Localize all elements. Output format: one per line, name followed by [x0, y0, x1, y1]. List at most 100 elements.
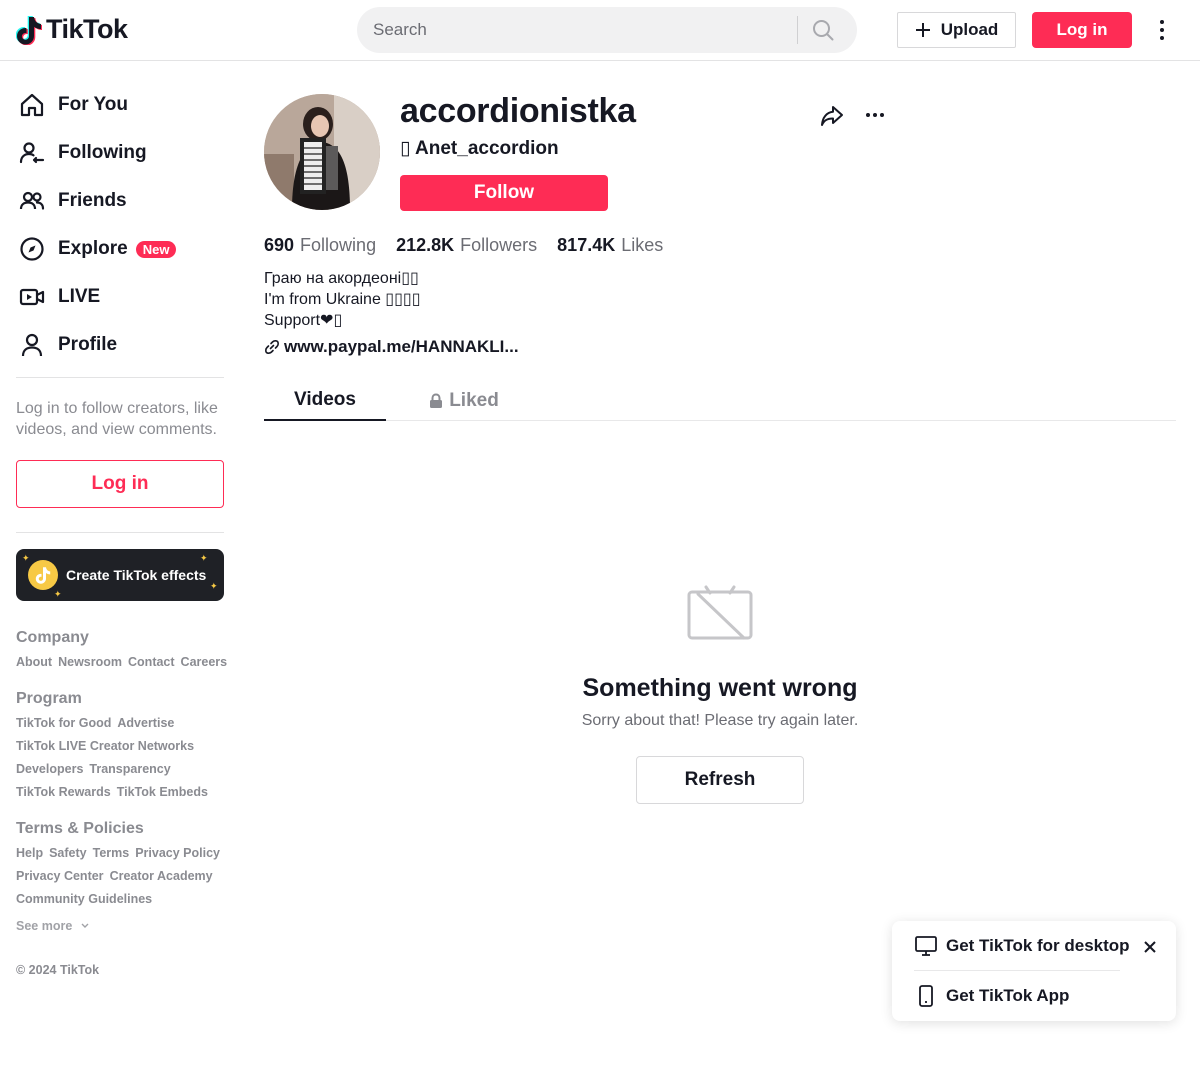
- footer-program-title: Program: [16, 690, 82, 707]
- logo-wordmark: TikTok: [46, 14, 128, 44]
- footer-link[interactable]: TikTok Rewards: [16, 783, 111, 802]
- get-app-card: Get TikTok for desktop Get TikTok App: [892, 921, 1176, 1021]
- avatar-photo: [264, 94, 380, 210]
- footer-terms-links: Help Safety Terms Privacy Policy Privacy…: [16, 844, 228, 909]
- footer-link[interactable]: Transparency: [89, 760, 170, 779]
- search-icon: [813, 20, 834, 41]
- bio-line: I'm from Ukraine ▯▯▯▯: [264, 291, 421, 308]
- sidebar-item-live[interactable]: LIVE: [16, 273, 224, 321]
- live-icon: [19, 288, 45, 306]
- more-options-icon[interactable]: [1150, 16, 1174, 44]
- get-desktop-label: Get TikTok for desktop: [946, 936, 1130, 955]
- footer-link[interactable]: Developers: [16, 760, 83, 779]
- sidebar-login-button[interactable]: Log in: [16, 460, 224, 508]
- following-stat[interactable]: 690 Following: [264, 235, 376, 256]
- app-card-divider: [914, 970, 1120, 971]
- sidebar-item-profile[interactable]: Profile: [16, 321, 224, 369]
- footer-program-links: TikTok for Good Advertise TikTok LIVE Cr…: [16, 714, 228, 802]
- footer-link[interactable]: TikTok for Good: [16, 714, 111, 733]
- sidebar-item-label: Profile: [58, 334, 118, 355]
- footer-link[interactable]: Contact: [128, 653, 175, 672]
- footer-company-title: Company: [16, 629, 89, 646]
- footer-link[interactable]: Privacy Policy: [135, 844, 220, 863]
- get-app-label: Get TikTok App: [946, 986, 1070, 1005]
- effects-logo-icon: [28, 560, 58, 590]
- footer-link[interactable]: Safety: [49, 844, 87, 863]
- see-more-button[interactable]: See more: [16, 919, 224, 933]
- footer-link[interactable]: TikTok LIVE Creator Networks: [16, 737, 194, 756]
- tiktok-logo[interactable]: TikTok: [16, 14, 128, 45]
- footer-link[interactable]: Advertise: [117, 714, 174, 733]
- share-icon[interactable]: [818, 102, 846, 135]
- sparkle-icon: ✦: [200, 553, 208, 563]
- new-badge: New: [135, 240, 177, 258]
- lock-icon: [430, 392, 443, 408]
- bio-link[interactable]: www.paypal.me/HANNAKLI...: [264, 337, 519, 357]
- close-icon[interactable]: [1142, 939, 1158, 960]
- profile-tabs: Videos Liked: [264, 380, 1176, 421]
- sidebar: For You Following Friends Explore New LI…: [16, 61, 227, 977]
- search-button[interactable]: [798, 7, 848, 53]
- followers-count: 212.8K: [396, 235, 455, 255]
- upload-label: Upload: [940, 20, 999, 39]
- footer-link[interactable]: Newsroom: [58, 653, 122, 672]
- following-label: Following: [300, 235, 377, 255]
- mobile-icon: [919, 985, 933, 1007]
- sidebar-divider: [16, 377, 224, 378]
- sparkle-icon: ✦: [22, 553, 30, 563]
- footer-link[interactable]: About: [16, 653, 52, 672]
- sidebar-item-following[interactable]: Following: [16, 129, 224, 177]
- footer-link[interactable]: Help: [16, 844, 43, 863]
- bio-link-text: www.paypal.me/HANNAKLI...: [284, 337, 519, 356]
- profile-stats: 690 Following 212.8K Followers 817.4K Likes: [264, 235, 663, 256]
- footer-link[interactable]: TikTok Embeds: [117, 783, 208, 802]
- refresh-button[interactable]: Refresh: [636, 756, 804, 804]
- sidebar-item-friends[interactable]: Friends: [16, 177, 224, 225]
- plus-icon: [915, 23, 930, 37]
- sparkle-icon: ✦: [54, 589, 62, 599]
- tab-videos[interactable]: Videos: [264, 380, 386, 421]
- profile-more-icon[interactable]: [862, 102, 888, 128]
- friends-icon: [19, 191, 45, 210]
- footer-link[interactable]: Careers: [181, 653, 228, 672]
- profile-bio: Граю на акордеоні▯▯ I'm from Ukraine ▯▯▯…: [264, 268, 421, 331]
- search-input[interactable]: [357, 7, 797, 53]
- get-app-link[interactable]: Get TikTok App: [914, 985, 1069, 1007]
- sidebar-item-label: Explore: [58, 238, 128, 259]
- followers-stat[interactable]: 212.8K Followers: [396, 235, 537, 256]
- sidebar-item-label: LIVE: [58, 286, 101, 307]
- footer-link[interactable]: Community Guidelines: [16, 890, 152, 909]
- likes-stat: 817.4K Likes: [557, 235, 663, 256]
- sidebar-item-explore[interactable]: Explore New: [16, 225, 224, 273]
- tiktok-note-icon: [16, 15, 42, 45]
- compass-icon: [20, 237, 44, 261]
- sidebar-item-label: Following: [58, 142, 147, 163]
- effects-label: Create TikTok effects: [66, 567, 207, 583]
- top-header: TikTok Upload Log in: [0, 0, 1200, 61]
- see-more-label: See more: [16, 919, 73, 933]
- follow-button[interactable]: Follow: [400, 175, 608, 211]
- profile-username: accordionistka: [400, 92, 636, 130]
- no-video-icon: [686, 584, 754, 647]
- bio-line: Граю на акордеоні▯▯: [264, 270, 419, 287]
- footer-link[interactable]: Creator Academy: [110, 867, 213, 886]
- tab-liked-label: Liked: [449, 389, 499, 411]
- footer-link[interactable]: Terms: [93, 844, 130, 863]
- footer-company-links: About Newsroom Contact Careers: [16, 653, 228, 672]
- get-desktop-link[interactable]: Get TikTok for desktop: [914, 935, 1130, 957]
- likes-count: 817.4K: [557, 235, 616, 255]
- following-count: 690: [264, 235, 295, 255]
- sparkle-icon: ✦: [210, 581, 218, 591]
- sidebar-item-label: Friends: [58, 190, 127, 211]
- footer-link[interactable]: Privacy Center: [16, 867, 104, 886]
- tab-liked[interactable]: Liked: [404, 380, 524, 421]
- profile-nickname: ▯ Anet_accordion: [400, 138, 559, 159]
- sidebar-divider: [16, 532, 224, 533]
- desktop-icon: [915, 936, 937, 956]
- error-title: Something went wrong: [582, 674, 858, 702]
- create-effects-banner[interactable]: Create TikTok effects ✦ ✦ ✦ ✦: [16, 549, 224, 601]
- upload-button[interactable]: Upload: [897, 12, 1016, 48]
- sidebar-item-for-you[interactable]: For You: [16, 81, 224, 129]
- header-login-button[interactable]: Log in: [1032, 12, 1132, 48]
- avatar[interactable]: [264, 94, 380, 210]
